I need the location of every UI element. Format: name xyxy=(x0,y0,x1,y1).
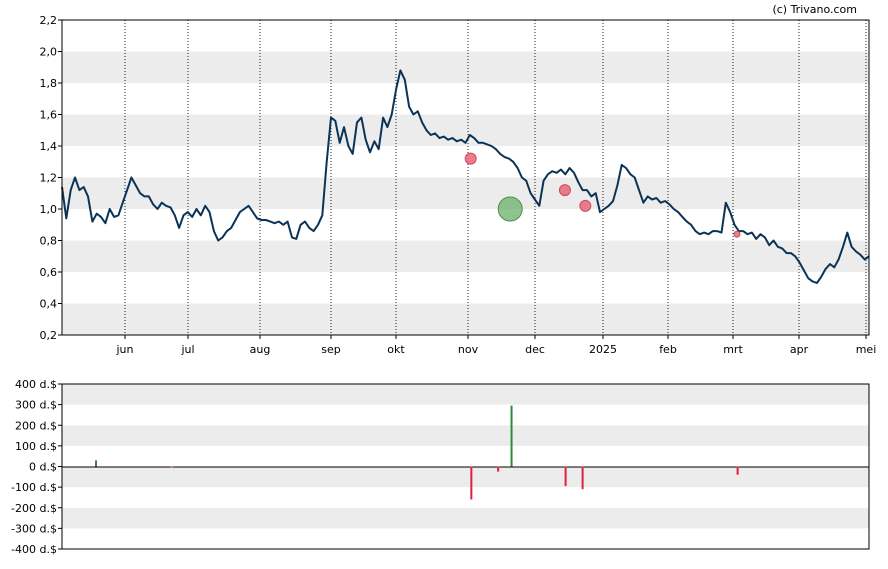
price-y-tick-label: 1,8 xyxy=(40,77,58,90)
volume-y-tick-label: 0 d.$ xyxy=(29,461,57,474)
volume-grid-band xyxy=(62,404,869,426)
volume-y-tick-label: 100 d.$ xyxy=(15,440,57,453)
volume-grid-band xyxy=(62,507,869,529)
price-x-tick-label: dec xyxy=(525,343,545,356)
sell-marker xyxy=(558,184,571,197)
insider-volume-panel: 400 d.$ 300 d.$ 200 d.$ 100 d.$ 0 d.$ -100 d.… xyxy=(11,378,870,556)
price-grid-band xyxy=(62,303,869,335)
price-grid-band xyxy=(62,51,869,83)
price-x-tick-label: okt xyxy=(387,343,405,356)
price-y-tick-label: 0,6 xyxy=(40,266,58,279)
price-x-tick-label: jul xyxy=(180,343,194,356)
price-y-tick-label: 1,4 xyxy=(40,140,58,153)
volume-y-tick-label: 400 d.$ xyxy=(15,378,57,391)
price-y-tick-label: 2,2 xyxy=(40,14,58,27)
volume-y-tick-label: -200 d.$ xyxy=(11,502,57,515)
price-x-tick-label: nov xyxy=(458,343,479,356)
price-grid-band xyxy=(62,83,869,115)
stock-chart-widget: 0,2 0,4 0,6 0,8 1,0 1,2 1,4 1,6 1,8 2,0 2,2 jun jul… xyxy=(0,0,888,565)
price-grid-band xyxy=(62,272,869,304)
price-grid-band xyxy=(62,20,869,52)
price-y-tick-label: 0,4 xyxy=(40,298,58,311)
price-x-tick-label: mei xyxy=(856,343,877,356)
price-x-tick-label: sep xyxy=(321,343,340,356)
volume-y-tick-label: 200 d.$ xyxy=(15,419,57,432)
watermark: (c) Trivano.com xyxy=(772,3,857,16)
volume-grid-band xyxy=(62,384,869,405)
price-x-tick-label: feb xyxy=(659,343,677,356)
price-grid-band xyxy=(62,240,869,272)
volume-bar xyxy=(581,466,584,490)
buy-marker xyxy=(497,196,523,222)
volume-y-tick-label: -400 d.$ xyxy=(11,543,57,556)
price-x-tick-label: mrt xyxy=(723,343,743,356)
price-y-tick-label: 1,0 xyxy=(40,203,58,216)
volume-bar xyxy=(736,466,739,475)
price-y-axis: 0,2 0,4 0,6 0,8 1,0 1,2 1,4 1,6 1,8 2,0 2,2 xyxy=(40,14,62,342)
volume-grid-band xyxy=(62,528,869,549)
volume-y-axis: 400 d.$ 300 d.$ 200 d.$ 100 d.$ 0 d.$ -100 d.… xyxy=(11,378,62,556)
price-x-axis: jun jul aug sep okt nov dec 2025 feb mrt apr mei xyxy=(116,335,877,356)
price-x-tick-label: aug xyxy=(250,343,271,356)
chart-canvas: 0,2 0,4 0,6 0,8 1,0 1,2 1,4 1,6 1,8 2,0 2,2 jun jul… xyxy=(11,3,877,556)
volume-bar xyxy=(497,466,500,472)
price-grid-band xyxy=(62,177,869,209)
volume-y-tick-label: 300 d.$ xyxy=(15,399,57,412)
price-grid-band xyxy=(62,146,869,178)
price-x-tick-label: jun xyxy=(116,343,134,356)
price-grid-band xyxy=(62,209,869,241)
volume-bar xyxy=(95,460,98,467)
sell-marker xyxy=(464,152,477,165)
price-y-tick-label: 0,2 xyxy=(40,329,58,342)
volume-bar xyxy=(470,466,473,500)
volume-grid-band xyxy=(62,487,869,508)
price-panel: 0,2 0,4 0,6 0,8 1,0 1,2 1,4 1,6 1,8 2,0 2,2 jun jul… xyxy=(40,14,877,356)
volume-y-tick-label: -100 d.$ xyxy=(11,481,57,494)
volume-bar xyxy=(170,466,173,468)
volume-grid-band xyxy=(62,425,869,446)
sell-marker xyxy=(579,199,592,212)
volume-y-tick-label: -300 d.$ xyxy=(11,522,57,535)
price-y-tick-label: 0,8 xyxy=(40,235,58,248)
price-y-tick-label: 2,0 xyxy=(40,46,58,59)
price-x-tick-label: 2025 xyxy=(589,343,617,356)
sell-marker xyxy=(733,230,741,238)
price-y-tick-label: 1,6 xyxy=(40,109,58,122)
volume-bar xyxy=(510,405,513,467)
price-grid-bands xyxy=(62,20,869,335)
price-y-tick-label: 1,2 xyxy=(40,172,58,185)
volume-grid-band xyxy=(62,466,869,488)
volume-bar xyxy=(564,466,567,487)
price-x-tick-label: apr xyxy=(790,343,809,356)
volume-grid-band xyxy=(62,445,869,467)
